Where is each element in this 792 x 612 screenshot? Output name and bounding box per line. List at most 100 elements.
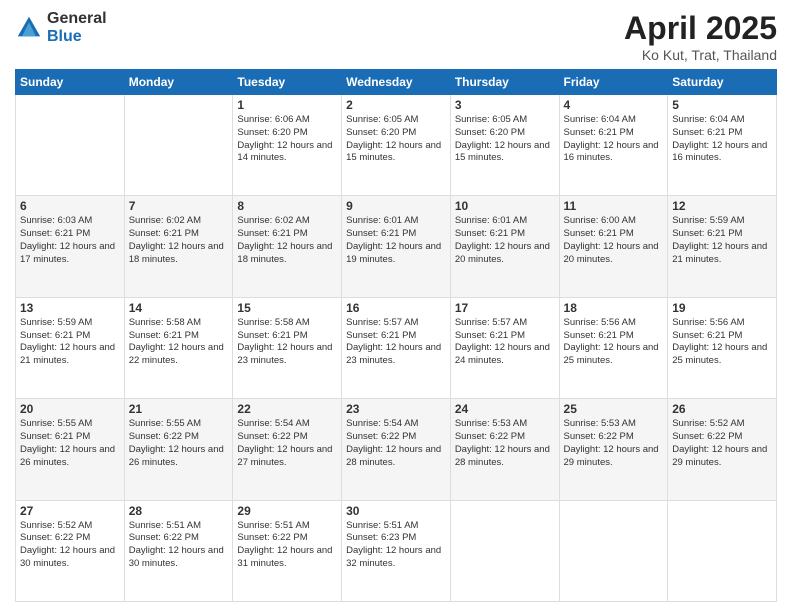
page: General Blue April 2025 Ko Kut, Trat, Th…: [0, 0, 792, 612]
day-number: 21: [129, 402, 229, 416]
calendar-cell: 12Sunrise: 5:59 AM Sunset: 6:21 PM Dayli…: [668, 196, 777, 297]
logo-general-text: General: [47, 10, 107, 28]
calendar-cell: 4 Sunrise: 6:04 AM Sunset: 6:21 PM Daylig…: [559, 95, 668, 196]
day-number: 27: [20, 504, 120, 518]
calendar-cell: 15Sunrise: 5:58 AM Sunset: 6:21 PM Dayli…: [233, 297, 342, 398]
logo-text: General Blue: [47, 10, 107, 45]
day-number: 2: [346, 98, 446, 112]
day-detail: Sunrise: 5:51 AM Sunset: 6:22 PM Dayligh…: [237, 520, 337, 571]
day-detail: Sunrise: 5:51 AM Sunset: 6:23 PM Dayligh…: [346, 520, 446, 571]
day-number: 25: [564, 402, 664, 416]
day-detail: Sunrise: 6:00 AM Sunset: 6:21 PM Dayligh…: [564, 215, 664, 266]
calendar-cell: [124, 95, 233, 196]
header-saturday: Saturday: [668, 70, 777, 95]
weekday-header-row: Sunday Monday Tuesday Wednesday Thursday…: [16, 70, 777, 95]
day-detail: Sunrise: 5:58 AM Sunset: 6:21 PM Dayligh…: [237, 317, 337, 368]
calendar-cell: 22 Sunrise: 5:54 AM Sunset: 6:22 PM Dayli…: [233, 399, 342, 500]
day-number: 10: [455, 199, 555, 213]
day-number: 19: [672, 301, 772, 315]
day-detail: Sunrise: 6:04 AM Sunset: 6:21 PM Dayligh…: [672, 114, 772, 165]
day-number: 4: [564, 98, 664, 112]
day-number: 1: [237, 98, 337, 112]
day-number: 12: [672, 199, 772, 213]
day-detail: Sunrise: 5:54 AM Sunset: 6:22 PM Dayligh…: [237, 418, 337, 469]
calendar-week-1: 1 Sunrise: 6:06 AM Sunset: 6:20 PM Daylig…: [16, 95, 777, 196]
day-number: 3: [455, 98, 555, 112]
calendar-week-4: 20Sunrise: 5:55 AM Sunset: 6:21 PM Dayli…: [16, 399, 777, 500]
calendar-cell: 10 Sunrise: 6:01 AM Sunset: 6:21 PM Dayli…: [450, 196, 559, 297]
day-detail: Sunrise: 5:55 AM Sunset: 6:21 PM Dayligh…: [20, 418, 120, 469]
day-detail: Sunrise: 5:52 AM Sunset: 6:22 PM Dayligh…: [672, 418, 772, 469]
day-detail: Sunrise: 6:03 AM Sunset: 6:21 PM Dayligh…: [20, 215, 120, 266]
day-detail: Sunrise: 6:01 AM Sunset: 6:21 PM Dayligh…: [455, 215, 555, 266]
day-number: 24: [455, 402, 555, 416]
day-number: 16: [346, 301, 446, 315]
day-detail: Sunrise: 5:57 AM Sunset: 6:21 PM Dayligh…: [455, 317, 555, 368]
day-number: 30: [346, 504, 446, 518]
header: General Blue April 2025 Ko Kut, Trat, Th…: [15, 10, 777, 63]
day-detail: Sunrise: 6:04 AM Sunset: 6:21 PM Dayligh…: [564, 114, 664, 165]
day-detail: Sunrise: 5:55 AM Sunset: 6:22 PM Dayligh…: [129, 418, 229, 469]
day-detail: Sunrise: 5:56 AM Sunset: 6:21 PM Dayligh…: [672, 317, 772, 368]
day-detail: Sunrise: 6:02 AM Sunset: 6:21 PM Dayligh…: [237, 215, 337, 266]
calendar-cell: 13 Sunrise: 5:59 AM Sunset: 6:21 PM Dayli…: [16, 297, 125, 398]
day-detail: Sunrise: 6:06 AM Sunset: 6:20 PM Dayligh…: [237, 114, 337, 165]
day-detail: Sunrise: 5:59 AM Sunset: 6:21 PM Dayligh…: [20, 317, 120, 368]
day-number: 18: [564, 301, 664, 315]
day-number: 13: [20, 301, 120, 315]
day-detail: Sunrise: 5:51 AM Sunset: 6:22 PM Dayligh…: [129, 520, 229, 571]
calendar-cell: 20Sunrise: 5:55 AM Sunset: 6:21 PM Dayli…: [16, 399, 125, 500]
day-detail: Sunrise: 6:01 AM Sunset: 6:21 PM Dayligh…: [346, 215, 446, 266]
calendar-cell: 3 Sunrise: 6:05 AM Sunset: 6:20 PM Daylig…: [450, 95, 559, 196]
calendar-cell: 23 Sunrise: 5:54 AM Sunset: 6:22 PM Dayli…: [342, 399, 451, 500]
day-number: 7: [129, 199, 229, 213]
day-number: 28: [129, 504, 229, 518]
day-number: 26: [672, 402, 772, 416]
day-detail: Sunrise: 5:57 AM Sunset: 6:21 PM Dayligh…: [346, 317, 446, 368]
header-sunday: Sunday: [16, 70, 125, 95]
day-detail: Sunrise: 5:58 AM Sunset: 6:21 PM Dayligh…: [129, 317, 229, 368]
day-number: 6: [20, 199, 120, 213]
calendar-cell: 8 Sunrise: 6:02 AM Sunset: 6:21 PM Daylig…: [233, 196, 342, 297]
day-detail: Sunrise: 6:05 AM Sunset: 6:20 PM Dayligh…: [455, 114, 555, 165]
logo-blue-text: Blue: [47, 28, 107, 46]
day-number: 5: [672, 98, 772, 112]
calendar-cell: 27 Sunrise: 5:52 AM Sunset: 6:22 PM Dayli…: [16, 500, 125, 601]
calendar-cell: 17 Sunrise: 5:57 AM Sunset: 6:21 PM Dayli…: [450, 297, 559, 398]
calendar-title: April 2025: [624, 10, 777, 47]
calendar-cell: 5 Sunrise: 6:04 AM Sunset: 6:21 PM Daylig…: [668, 95, 777, 196]
day-detail: Sunrise: 6:02 AM Sunset: 6:21 PM Dayligh…: [129, 215, 229, 266]
header-monday: Monday: [124, 70, 233, 95]
calendar-cell: 9Sunrise: 6:01 AM Sunset: 6:21 PM Daylig…: [342, 196, 451, 297]
day-number: 22: [237, 402, 337, 416]
day-number: 8: [237, 199, 337, 213]
calendar-cell: 21 Sunrise: 5:55 AM Sunset: 6:22 PM Dayli…: [124, 399, 233, 500]
calendar-week-5: 27 Sunrise: 5:52 AM Sunset: 6:22 PM Dayli…: [16, 500, 777, 601]
header-wednesday: Wednesday: [342, 70, 451, 95]
calendar-cell: 19 Sunrise: 5:56 AM Sunset: 6:21 PM Dayli…: [668, 297, 777, 398]
day-detail: Sunrise: 5:53 AM Sunset: 6:22 PM Dayligh…: [564, 418, 664, 469]
day-number: 23: [346, 402, 446, 416]
calendar-cell: 26 Sunrise: 5:52 AM Sunset: 6:22 PM Dayli…: [668, 399, 777, 500]
day-number: 17: [455, 301, 555, 315]
calendar-cell: 28 Sunrise: 5:51 AM Sunset: 6:22 PM Dayli…: [124, 500, 233, 601]
day-detail: Sunrise: 5:52 AM Sunset: 6:22 PM Dayligh…: [20, 520, 120, 571]
day-detail: Sunrise: 5:53 AM Sunset: 6:22 PM Dayligh…: [455, 418, 555, 469]
calendar-cell: [559, 500, 668, 601]
day-number: 14: [129, 301, 229, 315]
calendar-cell: 18 Sunrise: 5:56 AM Sunset: 6:21 PM Dayli…: [559, 297, 668, 398]
header-tuesday: Tuesday: [233, 70, 342, 95]
calendar-cell: 16 Sunrise: 5:57 AM Sunset: 6:21 PM Dayli…: [342, 297, 451, 398]
day-detail: Sunrise: 5:56 AM Sunset: 6:21 PM Dayligh…: [564, 317, 664, 368]
calendar-cell: [668, 500, 777, 601]
day-number: 11: [564, 199, 664, 213]
calendar-week-3: 13 Sunrise: 5:59 AM Sunset: 6:21 PM Dayli…: [16, 297, 777, 398]
logo: General Blue: [15, 10, 107, 45]
header-thursday: Thursday: [450, 70, 559, 95]
calendar-cell: [450, 500, 559, 601]
calendar-cell: [16, 95, 125, 196]
day-detail: Sunrise: 5:54 AM Sunset: 6:22 PM Dayligh…: [346, 418, 446, 469]
calendar-table: Sunday Monday Tuesday Wednesday Thursday…: [15, 69, 777, 602]
logo-icon: [15, 14, 43, 42]
calendar-cell: 2Sunrise: 6:05 AM Sunset: 6:20 PM Daylig…: [342, 95, 451, 196]
